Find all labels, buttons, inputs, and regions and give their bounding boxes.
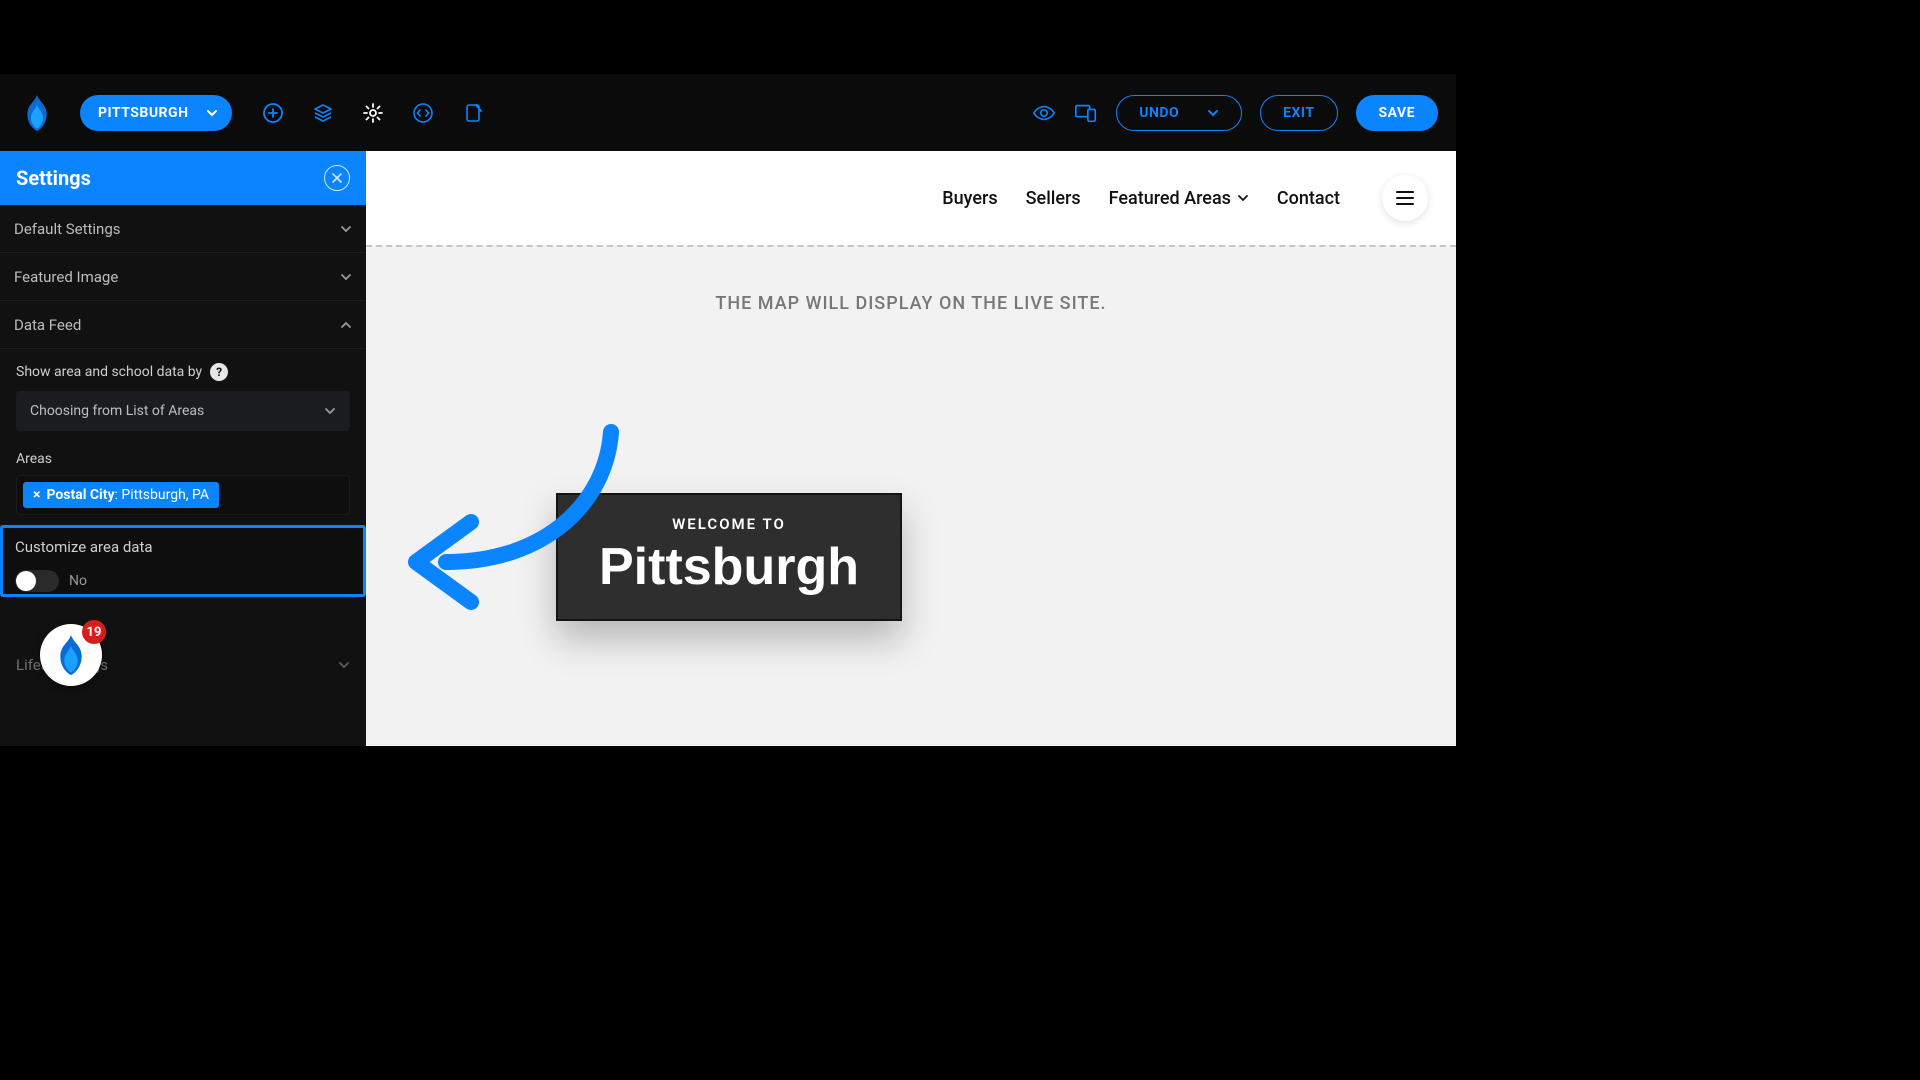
- nav-contact[interactable]: Contact: [1277, 188, 1340, 209]
- site-nav: Buyers Sellers Featured Areas Contact: [366, 151, 1456, 245]
- settings-panel-header: Settings: [0, 151, 366, 205]
- layers-icon[interactable]: [312, 102, 334, 124]
- devices-icon[interactable]: [1074, 101, 1098, 125]
- chevron-down-icon: [340, 271, 352, 283]
- show-area-label: Show area and school data by: [16, 364, 202, 380]
- page-select-label: PITTSBURGH: [98, 105, 188, 121]
- preview-icon[interactable]: [1032, 101, 1056, 125]
- page-select-pill[interactable]: PITTSBURGH: [80, 95, 232, 131]
- nav-buyers[interactable]: Buyers: [942, 188, 997, 209]
- save-label: SAVE: [1379, 105, 1416, 121]
- customize-toggle-row: No: [15, 570, 351, 592]
- exit-button[interactable]: EXIT: [1260, 95, 1337, 131]
- chevron-down-icon: [340, 223, 352, 235]
- chevron-up-icon: [340, 319, 352, 331]
- welcome-title: Pittsburgh: [570, 537, 888, 597]
- chat-widget[interactable]: 19: [40, 624, 102, 686]
- section-data-feed[interactable]: Data Feed: [0, 301, 366, 349]
- workspace: Settings Default Settings Featured Image…: [0, 151, 1456, 746]
- settings-sidebar: Settings Default Settings Featured Image…: [0, 151, 366, 746]
- area-tag-value: : Pittsburgh, PA: [115, 487, 210, 503]
- code-icon[interactable]: [412, 102, 434, 124]
- toolbar-right-group: UNDO EXIT SAVE: [1032, 95, 1438, 131]
- customize-area-label: Customize area data: [15, 538, 351, 556]
- flame-icon: [54, 635, 88, 675]
- welcome-subtitle: WELCOME TO: [570, 515, 888, 533]
- app-root: { "toolbar": { "page_pill": "PITTSBURGH"…: [0, 0, 1456, 816]
- help-icon[interactable]: ?: [210, 363, 228, 381]
- nav-featured-areas[interactable]: Featured Areas: [1109, 188, 1249, 209]
- exit-label: EXIT: [1283, 105, 1314, 121]
- nav-sellers[interactable]: Sellers: [1026, 188, 1081, 209]
- section-label: Featured Image: [14, 268, 118, 286]
- show-area-select-value: Choosing from List of Areas: [30, 403, 204, 419]
- section-featured-image[interactable]: Featured Image: [0, 253, 366, 301]
- undo-label: UNDO: [1139, 105, 1179, 121]
- seo-icon[interactable]: [462, 102, 484, 124]
- show-area-label-row: Show area and school data by ?: [16, 363, 350, 381]
- undo-button[interactable]: UNDO: [1116, 95, 1242, 131]
- letterbox-top: [0, 0, 1456, 74]
- toggle-knob: [16, 571, 36, 591]
- areas-tags-box[interactable]: × Postal City: Pittsburgh, PA: [16, 475, 350, 515]
- hamburger-button[interactable]: [1382, 175, 1428, 221]
- hamburger-icon: [1396, 191, 1414, 205]
- letterbox-bottom: [0, 746, 1456, 816]
- chevron-down-icon: [338, 659, 350, 671]
- save-button[interactable]: SAVE: [1356, 95, 1439, 131]
- app-logo: [18, 94, 56, 132]
- editor-toolbar: PITTSBURGH UNDO: [0, 74, 1456, 151]
- section-label: Data Feed: [14, 316, 81, 334]
- customize-area-highlight: Customize area data No: [0, 525, 366, 597]
- chevron-down-icon: [1207, 107, 1219, 119]
- chat-badge: 19: [82, 620, 106, 644]
- section-label: Default Settings: [14, 220, 121, 238]
- tool-icons-group: [262, 102, 484, 124]
- customize-toggle-value: No: [69, 573, 87, 589]
- chevron-down-icon: [324, 405, 336, 417]
- customize-toggle[interactable]: [15, 570, 59, 592]
- area-tag[interactable]: × Postal City: Pittsburgh, PA: [23, 482, 219, 508]
- area-tag-prefix: Postal City: [46, 487, 114, 503]
- show-area-select[interactable]: Choosing from List of Areas: [16, 391, 350, 431]
- chevron-down-icon: [1237, 192, 1249, 204]
- add-icon[interactable]: [262, 102, 284, 124]
- preview-canvas: Buyers Sellers Featured Areas Contact TH…: [366, 151, 1456, 746]
- settings-panel-title: Settings: [16, 166, 91, 190]
- flame-icon: [22, 95, 52, 131]
- map-placeholder-area: THE MAP WILL DISPLAY ON THE LIVE SITE. W…: [366, 245, 1456, 746]
- chevron-down-icon: [206, 107, 218, 119]
- nav-featured-areas-label: Featured Areas: [1109, 188, 1231, 209]
- welcome-card[interactable]: WELCOME TO Pittsburgh: [556, 493, 902, 621]
- areas-label: Areas: [16, 451, 350, 467]
- close-icon[interactable]: [324, 165, 350, 191]
- map-placeholder-text: THE MAP WILL DISPLAY ON THE LIVE SITE.: [366, 293, 1456, 314]
- section-default-settings[interactable]: Default Settings: [0, 205, 366, 253]
- tag-remove-icon[interactable]: ×: [33, 487, 40, 503]
- gear-icon[interactable]: [362, 102, 384, 124]
